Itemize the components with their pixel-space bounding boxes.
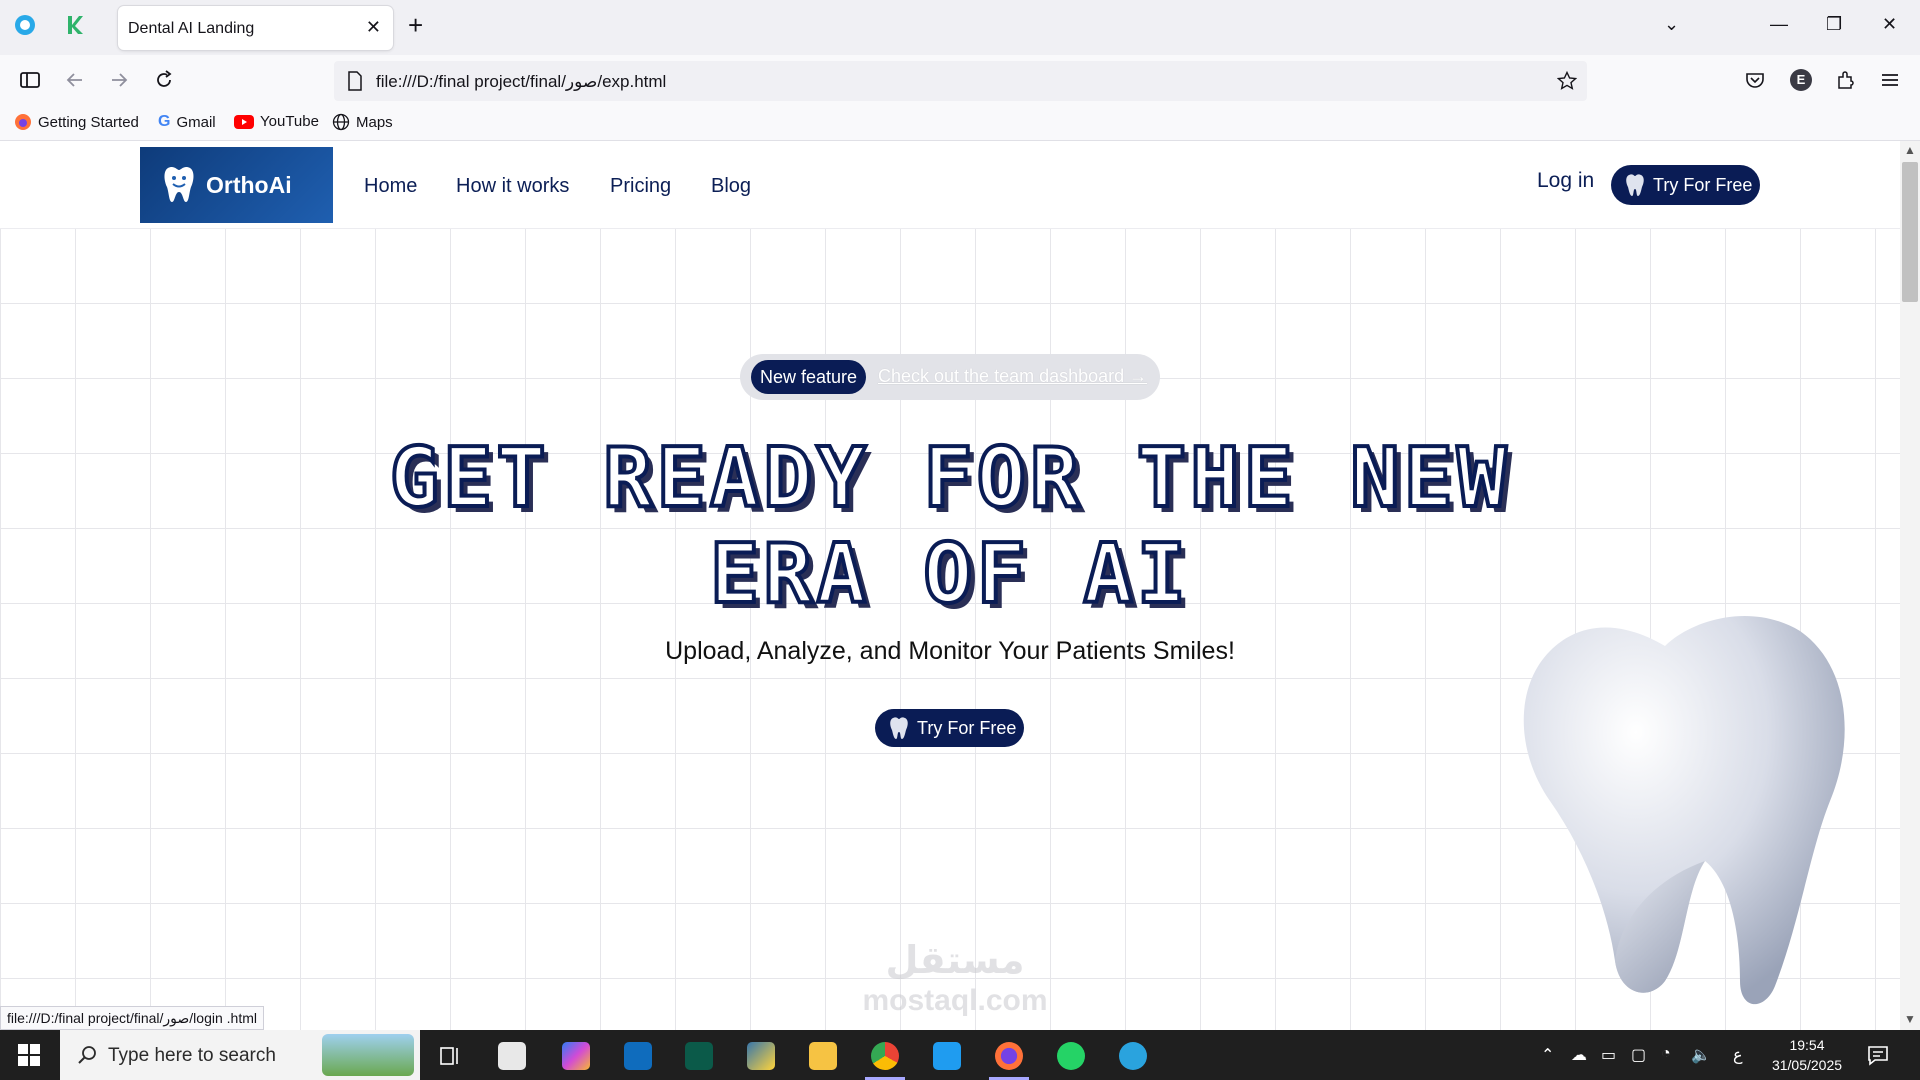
taskbar-search-placeholder: Type here to search <box>108 1045 276 1066</box>
firefox-taskbar-icon[interactable] <box>989 1042 1029 1080</box>
minimize-icon[interactable]: — <box>1770 14 1788 35</box>
bookmark-maps[interactable]: Maps <box>332 113 393 131</box>
scroll-up-arrow-icon[interactable]: ▲ <box>1904 143 1916 157</box>
bookmark-gmail[interactable]: G Gmail <box>158 113 216 131</box>
url-text: file:///D:/final project/final/صور/exp.h… <box>376 72 667 91</box>
3d-tooth-image <box>1523 615 1845 1005</box>
hero-headline-line2: ERA OF AI <box>708 525 1191 624</box>
bookmark-label: YouTube <box>260 113 319 130</box>
page-icon <box>348 71 362 91</box>
task-view-icon[interactable] <box>436 1042 464 1070</box>
google-g-icon: G <box>158 113 171 130</box>
pocket-icon[interactable] <box>1744 69 1766 91</box>
wifi-icon[interactable]: ◔ <box>1661 1045 1671 1063</box>
search-icon <box>78 1046 96 1064</box>
close-window-icon[interactable]: ✕ <box>1882 14 1897 35</box>
bookmark-label: Gmail <box>176 113 216 131</box>
back-arrow-icon[interactable] <box>64 69 86 91</box>
tooth-icon <box>890 717 908 739</box>
bookmarks-bar: Getting Started G Gmail YouTube Maps <box>0 103 1920 141</box>
active-tab[interactable]: Dental AI Landing ✕ <box>118 6 393 50</box>
browser-tab-strip: Dental AI Landing ✕ + ⌄ — ❐ ✕ <box>0 0 1920 55</box>
chrome-icon[interactable] <box>865 1042 905 1080</box>
outlook-icon[interactable] <box>624 1042 652 1070</box>
bookmark-getting-started[interactable]: Getting Started <box>14 113 139 131</box>
file-explorer-icon[interactable] <box>809 1042 837 1070</box>
meet-now-icon[interactable]: ▢ <box>1631 1045 1646 1065</box>
nav-blog[interactable]: Blog <box>711 175 751 198</box>
page-viewport: OrthoAi Home How it works Pricing Blog L… <box>0 141 1900 1030</box>
cta-label: Try For Free <box>917 717 1017 738</box>
try-for-free-button-header[interactable]: Try For Free <box>1611 165 1760 205</box>
restore-icon[interactable]: ❐ <box>1826 14 1842 35</box>
search-highlight-image <box>322 1034 414 1076</box>
telegram-icon[interactable] <box>1119 1042 1147 1070</box>
tooth-logo-icon <box>164 167 194 202</box>
tab-title: Dental AI Landing <box>128 20 255 37</box>
k-app-icon[interactable] <box>64 14 86 36</box>
tooth-icon <box>1626 174 1644 196</box>
windows-taskbar: Type here to search ⌃ ☁ ▭ ▢ ◔ 🔈 ع 19:54 … <box>0 1030 1920 1080</box>
whatsapp-icon[interactable] <box>1057 1042 1085 1070</box>
bookmark-star-icon[interactable] <box>1557 71 1577 91</box>
battery-icon[interactable]: ▭ <box>1601 1045 1616 1065</box>
bookmark-youtube[interactable]: YouTube <box>234 113 319 130</box>
profile-avatar[interactable]: E <box>1790 69 1812 91</box>
nav-home[interactable]: Home <box>364 175 417 198</box>
login-link[interactable]: Log in <box>1537 169 1594 193</box>
list-tabs-chevron-icon[interactable]: ⌄ <box>1664 14 1679 35</box>
youtube-icon <box>234 114 254 129</box>
firefox-icon <box>15 114 31 130</box>
reload-icon[interactable] <box>153 69 175 91</box>
cta-label: Try For Free <box>1653 174 1753 195</box>
copilot-icon[interactable] <box>562 1042 590 1070</box>
watermark-domain: mostaql.com <box>862 984 1048 1017</box>
scroll-down-arrow-icon[interactable]: ▼ <box>1904 1012 1916 1026</box>
close-tab-icon[interactable]: ✕ <box>366 17 381 38</box>
vscode-icon[interactable] <box>933 1042 961 1070</box>
bookmark-label: Getting Started <box>38 113 139 131</box>
address-bar[interactable]: file:///D:/final project/final/صور/exp.h… <box>334 61 1587 101</box>
site-header: OrthoAi Home How it works Pricing Blog L… <box>0 141 1900 229</box>
forward-arrow-icon[interactable] <box>108 69 130 91</box>
clock-date: 31/05/2025 <box>1771 1057 1843 1073</box>
menu-hamburger-icon[interactable] <box>1879 69 1901 91</box>
site-logo[interactable]: OrthoAi <box>140 147 333 223</box>
notifications-icon[interactable] <box>1866 1043 1890 1067</box>
watermark-arabic: مستقل <box>885 940 1025 982</box>
browser-app-icon[interactable] <box>14 14 36 36</box>
extensions-icon[interactable] <box>1834 69 1856 91</box>
microsoft-store-icon[interactable] <box>498 1042 526 1070</box>
volume-icon[interactable]: 🔈 <box>1691 1045 1711 1065</box>
nav-how-it-works[interactable]: How it works <box>456 175 569 198</box>
windows-start-icon[interactable] <box>18 1044 40 1066</box>
new-tab-icon[interactable]: + <box>408 12 423 38</box>
tray-overflow-chevron-icon[interactable]: ⌃ <box>1541 1045 1554 1065</box>
new-feature-badge: New feature <box>751 360 866 394</box>
terminal-app-icon[interactable] <box>685 1042 713 1070</box>
browser-toolbar: file:///D:/final project/final/صور/exp.h… <box>0 55 1920 103</box>
sidebar-toggle-icon[interactable] <box>19 69 41 91</box>
clock-time: 19:54 <box>1789 1037 1825 1053</box>
taskbar-clock[interactable]: 19:54 31/05/2025 <box>1763 1035 1851 1075</box>
try-for-free-button-hero[interactable]: Try For Free <box>875 709 1024 747</box>
taskbar-search-box[interactable]: Type here to search <box>60 1030 420 1080</box>
onedrive-icon[interactable]: ☁ <box>1571 1045 1587 1065</box>
link-status-bar: file:///D:/final project/final/صور/login… <box>0 1006 264 1030</box>
new-feature-pill: New feature Check out the team dashboard… <box>740 354 1160 400</box>
globe-icon <box>332 113 350 131</box>
team-dashboard-link[interactable]: Check out the team dashboard → <box>878 366 1147 387</box>
python-icon[interactable] <box>747 1042 775 1070</box>
input-language[interactable]: ع <box>1733 1045 1743 1065</box>
logo-text: OrthoAi <box>206 171 292 198</box>
mostaql-watermark: مستقل mostaql.com <box>835 941 1075 1021</box>
nav-pricing[interactable]: Pricing <box>610 175 671 198</box>
scrollbar-thumb[interactable] <box>1902 162 1918 302</box>
hero-headline-line1: GET READY FOR THE NEW <box>388 429 1511 528</box>
bookmark-label: Maps <box>356 113 393 131</box>
